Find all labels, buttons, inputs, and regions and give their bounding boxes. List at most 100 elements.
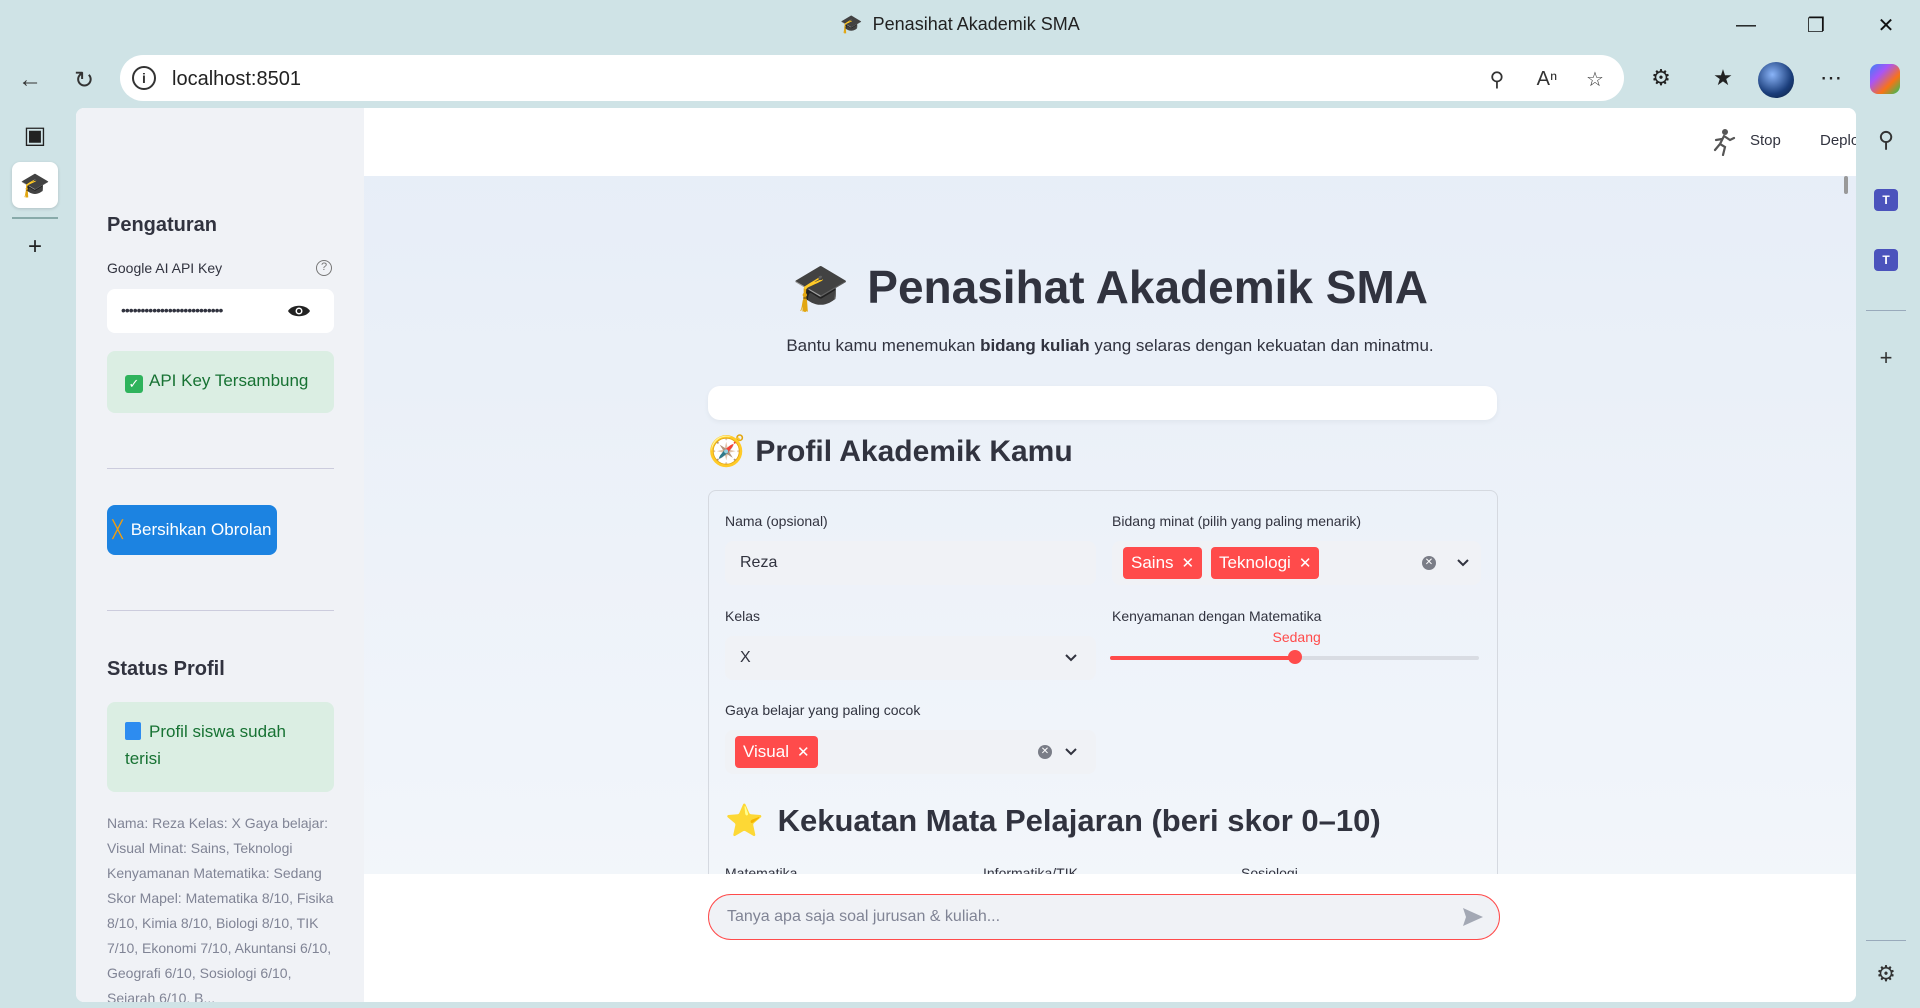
graduation-cap-icon: 🎓 (20, 171, 50, 199)
clear-chat-label: Bersihkan Obrolan (130, 520, 272, 539)
window-title-text: Penasihat Akademik SMA (872, 14, 1080, 34)
more-menu-icon[interactable]: ⋯ (1814, 63, 1848, 93)
sidebar-divider (107, 468, 334, 469)
name-label: Nama (opsional) (725, 513, 828, 529)
add-sidebar-app-icon[interactable]: + (1868, 340, 1904, 376)
edge-sidebar-divider (1866, 310, 1906, 311)
window-title: 🎓 Penasihat Akademik SMA (0, 14, 1920, 35)
send-icon[interactable] (1462, 907, 1484, 927)
math-comfort-slider[interactable] (1110, 650, 1479, 664)
help-icon[interactable]: ? (316, 260, 332, 276)
page-title: 🎓 Penasihat Akademik SMA (364, 260, 1856, 315)
strength-section-title: Kekuatan Mata Pelajaran (beri skor 0–10) (777, 803, 1381, 838)
check-icon: ✓ (125, 375, 143, 393)
learning-style-tag-label: Visual (743, 742, 789, 761)
clear-all-icon[interactable]: ✕ (1422, 556, 1436, 570)
class-select[interactable]: X (725, 636, 1096, 680)
clear-chat-button[interactable]: ╳ Bersihkan Obrolan (107, 505, 277, 555)
empty-container (708, 386, 1497, 420)
chevron-down-icon[interactable] (1457, 559, 1469, 567)
zoom-out-icon[interactable]: ⚲ (1482, 64, 1512, 94)
class-label: Kelas (725, 608, 761, 624)
learning-style-tag-visual[interactable]: Visual ✕ (735, 736, 818, 768)
api-status-text: API Key Tersambung (149, 371, 309, 390)
deploy-label: Deploy (1820, 132, 1856, 149)
copilot-icon[interactable] (1870, 64, 1900, 94)
address-url[interactable]: localhost:8501 (172, 68, 301, 91)
minimize-button[interactable]: — (1726, 8, 1766, 42)
interest-tag-sains[interactable]: Sains ✕ (1123, 547, 1203, 579)
page-subtitle: Bantu kamu menemukan bidang kuliah yang … (364, 336, 1856, 356)
edge-sidebar-divider-bottom (1866, 940, 1906, 941)
profile-section-title: Profil Akademik Kamu (755, 435, 1073, 468)
site-info-icon[interactable]: i (132, 66, 156, 90)
read-aloud-icon[interactable]: Aⁿ (1532, 64, 1562, 94)
browser-titlebar: 🎓 Penasihat Akademik SMA — ❐ ✕ (0, 0, 1920, 50)
address-bar[interactable]: i localhost:8501 ⚲ Aⁿ ☆ (120, 55, 1624, 101)
remove-tag-icon[interactable]: ✕ (1182, 555, 1195, 572)
strength-section-heading: ⭐ Kekuatan Mata Pelajaran (beri skor 0–10… (725, 802, 1381, 839)
learning-style-multiselect[interactable]: Visual ✕ ✕ (725, 730, 1096, 774)
graduation-cap-icon: 🎓 (792, 261, 850, 313)
app-viewport: Pengaturan Google AI API Key ? •••••••••… (76, 108, 1856, 1002)
app-header: Stop Deploy ⋮ (364, 108, 1856, 176)
api-status-alert: ✓ API Key Tersambung (107, 351, 334, 413)
search-icon[interactable]: ⚲ (1868, 122, 1904, 158)
scrollbar-thumb[interactable] (1844, 176, 1848, 194)
favorite-star-icon[interactable]: ☆ (1580, 64, 1610, 94)
chevron-down-icon[interactable] (1065, 748, 1077, 756)
restore-button[interactable]: ❐ (1796, 8, 1836, 42)
subtitle-pre: Bantu kamu menemukan (786, 336, 981, 355)
stop-button[interactable]: Stop (1750, 132, 1781, 149)
running-man-icon (1713, 129, 1736, 156)
chat-placeholder: Tanya apa saja soal jurusan & kuliah... (727, 908, 1001, 925)
class-value: X (740, 649, 751, 666)
deploy-button[interactable]: Deploy (1820, 132, 1856, 149)
star-icon: ⭐ (725, 803, 764, 838)
profile-section-heading: 🧭 Profil Akademik Kamu (708, 434, 1073, 469)
profile-status-alert: Profil siswa sudah terisi (107, 702, 334, 792)
settings-gear-icon[interactable]: ⚙ (1868, 956, 1904, 992)
main-scrollbar[interactable] (1842, 176, 1852, 998)
api-key-value: •••••••••••••••••••••••••• (121, 302, 223, 318)
remove-tag-icon[interactable]: ✕ (1299, 555, 1312, 572)
clear-all-icon[interactable]: ✕ (1038, 745, 1052, 759)
chevron-down-icon[interactable] (1065, 654, 1077, 662)
api-key-input[interactable]: •••••••••••••••••••••••••• (107, 289, 334, 333)
close-window-button[interactable]: ✕ (1866, 8, 1906, 42)
app-sidebar: Pengaturan Google AI API Key ? •••••••••… (76, 108, 364, 1002)
book-icon (125, 722, 141, 740)
slider-thumb[interactable] (1287, 650, 1302, 664)
eye-icon[interactable] (287, 303, 311, 319)
name-value: Reza (740, 554, 778, 571)
math-comfort-value: Sedang (1272, 629, 1321, 645)
profile-summary: Nama: Reza Kelas: X Gaya belajar: Visual… (107, 815, 334, 1002)
remove-tag-icon[interactable]: ✕ (797, 744, 810, 761)
browser-toolbar: ← ↻ i localhost:8501 ⚲ Aⁿ ☆ (0, 50, 1920, 106)
profile-avatar[interactable] (1758, 62, 1794, 98)
slider-fill (1110, 656, 1295, 660)
page-title-text: Penasihat Akademik SMA (867, 261, 1428, 313)
extensions-icon[interactable]: ⚙ (1644, 63, 1678, 93)
chat-input[interactable]: Tanya apa saja soal jurusan & kuliah... (708, 894, 1500, 940)
graduation-cap-icon: 🎓 (840, 14, 863, 34)
math-comfort-label: Kenyamanan dengan Matematika (1112, 608, 1322, 624)
interest-multiselect[interactable]: Sains ✕ Teknologi ✕ ✕ (1112, 541, 1481, 585)
back-icon[interactable]: ← (14, 64, 46, 96)
teams-icon[interactable]: T (1868, 182, 1904, 218)
refresh-icon[interactable]: ↻ (68, 64, 100, 96)
broom-icon: ╳ (112, 520, 123, 539)
favorites-icon[interactable]: ★ (1706, 63, 1740, 93)
interest-tag-label: Teknologi (1219, 553, 1291, 572)
tab-actions-icon[interactable]: ▣ (12, 112, 58, 158)
teams-2-icon[interactable]: T (1868, 242, 1904, 278)
profile-status-heading: Status Profil (107, 658, 225, 680)
interest-tag-teknologi[interactable]: Teknologi ✕ (1211, 547, 1320, 579)
tab-penasihat-akademik[interactable]: 🎓 (12, 162, 58, 208)
sidebar-divider-2 (107, 610, 334, 611)
name-input[interactable]: Reza (725, 541, 1096, 585)
settings-heading: Pengaturan (107, 214, 218, 236)
new-tab-icon[interactable]: + (12, 224, 58, 270)
learning-style-label: Gaya belajar yang paling cocok (725, 702, 921, 718)
tab-divider (12, 217, 58, 219)
